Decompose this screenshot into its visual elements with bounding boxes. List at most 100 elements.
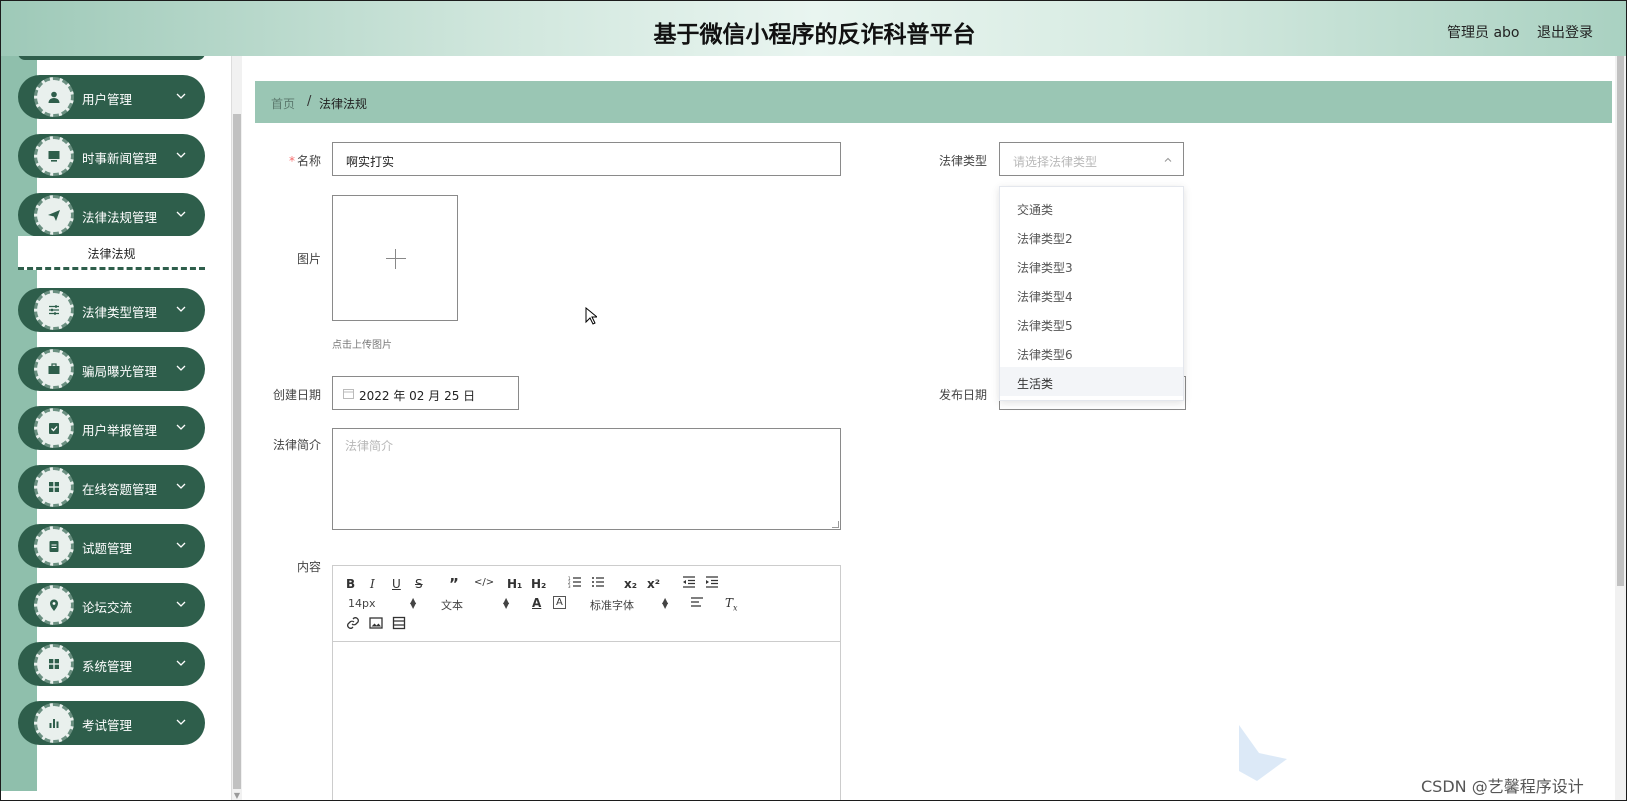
underline-icon[interactable]: U [392,577,401,591]
app-window: 基于微信小程序的反诈科普平台 管理员 abo 退出登录 用户管理 时事新闻管理 … [0,0,1627,801]
image-label: 图片 [296,252,321,266]
main-scrollbar-thumb[interactable] [1617,56,1624,586]
published-date-label: 发布日期 [938,388,987,402]
created-date-input[interactable]: 2022 年 02 月 25 日 [332,376,519,410]
sliders-icon [34,290,74,330]
chevron-down-icon [176,424,186,430]
ordered-list-icon[interactable]: 123 [568,575,582,592]
scroll-down-arrow-icon[interactable]: ▼ [232,791,242,800]
heading1-icon[interactable]: H₁ [507,577,522,591]
content-label: 内容 [296,560,321,574]
link-icon[interactable] [346,616,360,633]
sidebar-item-news[interactable]: 时事新闻管理 [18,134,205,178]
sidebar-item-label: 法律法规管理 [82,210,158,225]
font-family-select[interactable]: 标准字体 ▲ ▼ [590,597,670,613]
sidebar: 用户管理 时事新闻管理 法律法规管理 法律法规 法律类型管理 骗局曝光管理 用户… [1,56,231,800]
law-type-select[interactable]: 请选择法律类型 [999,142,1184,176]
sidebar-item-exams[interactable]: 考试管理 [18,701,205,745]
outdent-icon[interactable] [682,575,696,592]
dropdown-option-highlighted[interactable]: 生活类 [1000,367,1183,396]
image-icon[interactable] [369,616,383,633]
breadcrumb: 首页 / 法律法规 [255,81,1612,123]
chevron-down-icon [176,211,186,217]
font-size-select[interactable]: 14px ▲ ▼ [348,596,418,611]
sidebar-item-system[interactable]: 系统管理 [18,642,205,686]
briefcase-icon [34,349,74,389]
heading2-icon[interactable]: H₂ [531,577,546,591]
video-icon[interactable] [392,616,406,633]
italic-icon[interactable]: I [370,577,375,591]
sidebar-item-reports[interactable]: 用户举报管理 [18,406,205,450]
dropdown-option[interactable]: 法律类型3 [1000,251,1183,280]
grid-icon [34,644,74,684]
bullet-list-icon[interactable] [591,575,605,592]
text-style-select[interactable]: 文本 ▲ ▼ [441,597,511,613]
sidebar-scrollbar[interactable]: ▼ [231,56,242,800]
sidebar-item-label: 法律类型管理 [82,305,158,320]
background-color-icon[interactable]: A [553,596,566,609]
calendar-icon [343,389,354,399]
sidebar-item-label: 用户管理 [82,92,133,107]
logo-watermark-icon [1239,725,1287,781]
sidebar-item-label: 骗局曝光管理 [82,364,158,379]
subscript-icon[interactable]: x₂ [624,577,637,591]
sidebar-item-law-types[interactable]: 法律类型管理 [18,288,205,332]
code-icon[interactable]: </> [474,577,494,588]
sidebar-item-label: 试题管理 [82,541,133,556]
bold-icon[interactable]: B [346,577,355,591]
user-icon [34,77,74,117]
name-input[interactable]: 啊实打实 [332,142,841,176]
law-type-label: 法律类型 [938,154,987,168]
created-date-label: 创建日期 [272,388,321,402]
strikethrough-icon[interactable]: S [415,577,423,591]
sidebar-item-quiz[interactable]: 在线答题管理 [18,465,205,509]
app-title: 基于微信小程序的反诈科普平台 [653,22,976,48]
svg-text:3: 3 [568,584,571,589]
sidebar-item-forum[interactable]: 论坛交流 [18,583,205,627]
admin-user: 管理员 abo [1447,25,1520,41]
blockquote-icon[interactable]: ” [449,575,459,593]
chevron-down-icon [176,152,186,158]
intro-placeholder: 法律简介 [345,439,394,453]
main-scrollbar[interactable] [1615,56,1626,800]
logout-link[interactable]: 退出登录 [1537,22,1593,42]
superscript-icon[interactable]: x² [647,577,660,591]
clear-format-icon[interactable]: Tx [725,596,738,612]
sidebar-item-label: 用户举报管理 [82,423,158,438]
grid-icon [34,467,74,507]
sidebar-item-questions[interactable]: 试题管理 [18,524,205,568]
dropdown-option[interactable]: 法律类型2 [1000,222,1183,251]
breadcrumb-current: 法律法规 [319,97,368,111]
sidebar-scrollbar-thumb[interactable] [233,114,241,789]
resize-grip-icon[interactable] [832,521,839,528]
dropdown-option[interactable]: 法律类型4 [1000,280,1183,309]
chevron-up-icon [1164,157,1172,162]
sidebar-item-label: 在线答题管理 [82,482,158,497]
align-left-icon[interactable] [690,595,704,612]
select-arrows-icon: ▲ ▼ [410,596,417,610]
editor-toolbar: B I U S ” </> H₁ H₂ 123 x₂ x² 14px ▲ ▼ 文本… [333,566,840,642]
dropdown-option[interactable]: 交通类 [1000,193,1183,222]
dropdown-option[interactable]: 法律类型5 [1000,309,1183,338]
indent-icon[interactable] [705,575,719,592]
csdn-watermark: CSDN @艺馨程序设计 [1421,777,1584,796]
sidebar-item-partial[interactable] [18,56,205,60]
sidebar-subitem-laws[interactable]: 法律法规 [18,236,205,270]
sidebar-item-label: 时事新闻管理 [82,151,158,166]
image-upload[interactable] [332,195,458,321]
send-icon [34,195,74,235]
sidebar-item-label: 系统管理 [82,659,133,674]
intro-label: 法律简介 [272,438,321,452]
rich-text-editor[interactable]: B I U S ” </> H₁ H₂ 123 x₂ x² 14px ▲ ▼ 文本… [332,565,841,800]
breadcrumb-home[interactable]: 首页 [271,95,295,112]
dropdown-option[interactable]: 法律类型6 [1000,338,1183,367]
chevron-down-icon [176,660,186,666]
select-arrows-icon: ▲ ▼ [503,596,510,610]
select-arrows-icon: ▲ ▼ [662,596,669,610]
font-color-icon[interactable]: A [532,596,541,610]
sidebar-item-users[interactable]: 用户管理 [18,75,205,119]
chevron-down-icon [176,93,186,99]
intro-textarea[interactable]: 法律简介 [332,428,841,530]
sidebar-item-scams[interactable]: 骗局曝光管理 [18,347,205,391]
sidebar-item-laws[interactable]: 法律法规管理 [18,193,205,237]
